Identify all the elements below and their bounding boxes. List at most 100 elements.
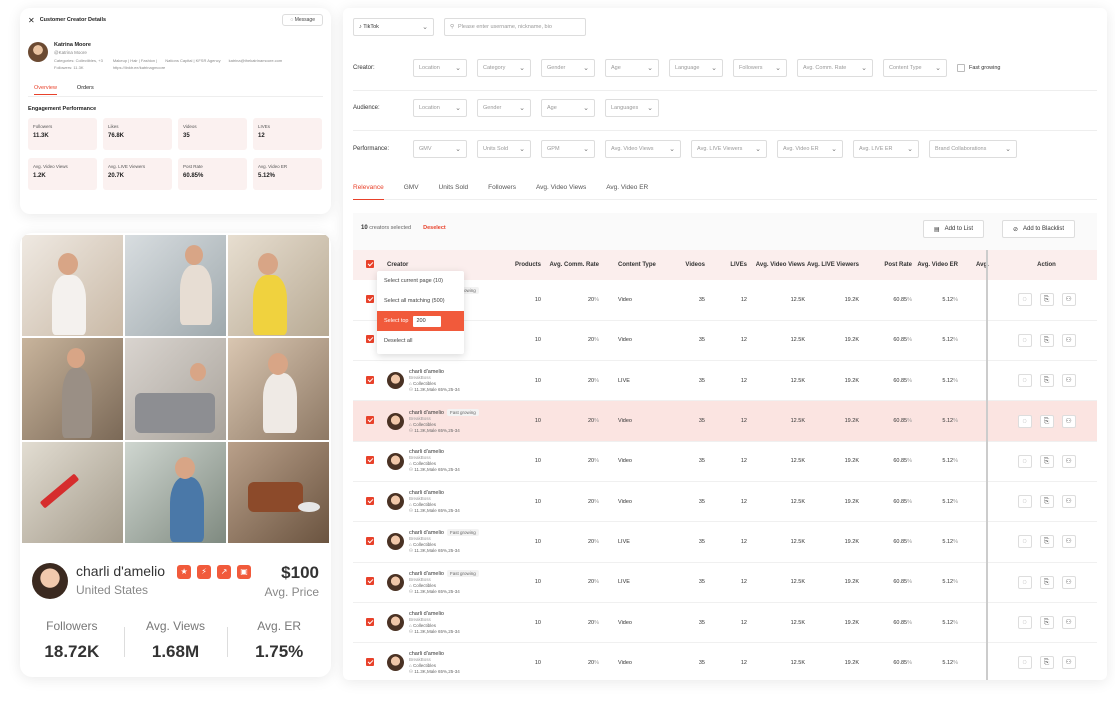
bookmark-icon[interactable]: ⎘ [1039, 535, 1054, 549]
filter-aud-gender[interactable]: Gender ⌄ [477, 99, 531, 117]
add-to-list-button[interactable]: ▤ Add to List [923, 220, 985, 238]
user-block-icon[interactable]: ⚇ [1061, 535, 1076, 549]
row-checkbox[interactable] [366, 617, 374, 626]
chat-icon[interactable]: ◌ [1017, 374, 1032, 388]
col-content-type[interactable]: Content Type [599, 250, 659, 280]
row-checkbox[interactable] [366, 294, 374, 303]
col-avg-video-er[interactable]: Avg. Video ER [912, 250, 958, 280]
row-checkbox[interactable] [366, 577, 374, 586]
bookmark-icon[interactable]: ⎘ [1039, 293, 1054, 307]
creator-name[interactable]: charli d'amelio [409, 369, 444, 375]
tab-orders[interactable]: Orders [77, 85, 94, 91]
filter-gender[interactable]: Gender ⌄ [541, 59, 595, 77]
col-avg-video-views[interactable]: Avg. Video Views [747, 250, 805, 280]
platform-select[interactable]: ♪ TikTok ⌄ [353, 18, 434, 36]
filter-category[interactable]: Category ⌄ [477, 59, 531, 77]
chat-icon[interactable]: ◌ [1017, 575, 1032, 589]
chat-icon[interactable]: ◌ [1017, 616, 1032, 630]
bookmark-icon[interactable]: ⎘ [1039, 656, 1054, 670]
filter-location[interactable]: Location ⌄ [413, 59, 467, 77]
deselect-button[interactable]: Deselect [423, 225, 446, 231]
chat-icon[interactable]: ◌ [1017, 333, 1032, 347]
row-checkbox[interactable] [366, 657, 374, 666]
chat-icon[interactable]: ◌ [1017, 656, 1032, 670]
close-icon[interactable]: ✕ [28, 16, 35, 25]
creator-name[interactable]: charli d'amelio [409, 611, 444, 617]
filter-avg-video-views[interactable]: Avg. Video Views ⌄ [605, 140, 681, 158]
row-checkbox[interactable] [366, 536, 374, 545]
row-checkbox[interactable] [366, 496, 374, 505]
filter-aud-location[interactable]: Location ⌄ [413, 99, 467, 117]
row-checkbox[interactable] [366, 375, 374, 384]
creator-name[interactable]: charli d'amelio [409, 490, 444, 496]
select-top-option[interactable]: Select top 200 [377, 311, 464, 331]
filter-avg-comm-rate[interactable]: Avg. Comm. Rate ⌄ [797, 59, 873, 77]
row-checkbox[interactable] [366, 335, 374, 344]
chat-icon[interactable]: ◌ [1017, 293, 1032, 307]
message-button[interactable]: ◌ Message [282, 14, 323, 26]
tab-avg-video-views[interactable]: Avg. Video Views [536, 178, 586, 200]
select-top-input[interactable]: 200 [413, 315, 442, 327]
filter-gmv[interactable]: GMV ⌄ [413, 140, 467, 158]
chat-icon[interactable]: ◌ [1017, 495, 1032, 509]
bookmark-icon[interactable]: ⎘ [1039, 333, 1054, 347]
creator-name[interactable]: charli d'amelio [409, 651, 444, 657]
bookmark-icon[interactable]: ⎘ [1039, 374, 1054, 388]
user-block-icon[interactable]: ⚇ [1061, 293, 1076, 307]
tab-avg-video-er[interactable]: Avg. Video ER [606, 178, 648, 200]
bookmark-icon[interactable]: ⎘ [1039, 454, 1054, 468]
user-block-icon[interactable]: ⚇ [1061, 495, 1076, 509]
filter-units-sold[interactable]: Units Sold ⌄ [477, 140, 531, 158]
search-input[interactable]: ⚲ Please enter username, nickname, bio [444, 18, 586, 36]
filter-avg-video-er[interactable]: Avg. Video ER ⌄ [777, 140, 843, 158]
select-all-checkbox[interactable] [366, 259, 374, 268]
filter-gpm[interactable]: GPM ⌄ [541, 140, 595, 158]
col-lives[interactable]: LIVEs [705, 250, 747, 280]
fast-growing-checkbox[interactable]: Fast growing [957, 64, 1001, 72]
filter-followers[interactable]: Followers ⌄ [733, 59, 787, 77]
col-products[interactable]: Products [479, 250, 541, 280]
creator-email[interactable]: katrina@thekatrinamoore.com [229, 57, 283, 64]
user-block-icon[interactable]: ⚇ [1061, 374, 1076, 388]
filter-avg-live-viewers[interactable]: Avg. LIVE Viewers ⌄ [691, 140, 767, 158]
bookmark-icon[interactable]: ⎘ [1039, 414, 1054, 428]
col-post-rate[interactable]: Post Rate [859, 250, 912, 280]
creator-name[interactable]: charli d'amelio [409, 571, 444, 577]
col-avg-more[interactable]: Avg. [958, 250, 996, 280]
creator-link[interactable]: https://linktr.ee/katrinagmoore [113, 64, 282, 71]
chat-icon[interactable]: ◌ [1017, 535, 1032, 549]
tab-overview[interactable]: Overview [34, 85, 57, 95]
creator-name[interactable]: charli d'amelio [409, 410, 444, 416]
user-block-icon[interactable]: ⚇ [1061, 616, 1076, 630]
filter-language[interactable]: Language ⌄ [669, 59, 723, 77]
col-videos[interactable]: Videos [659, 250, 705, 280]
tab-units-sold[interactable]: Units Sold [439, 178, 469, 200]
user-block-icon[interactable]: ⚇ [1061, 333, 1076, 347]
user-block-icon[interactable]: ⚇ [1061, 454, 1076, 468]
select-all-matching-option[interactable]: Select all matching (500) [377, 291, 464, 311]
filter-content-type[interactable]: Content Type ⌄ [883, 59, 947, 77]
filter-avg-live-er[interactable]: Avg. LIVE ER ⌄ [853, 140, 919, 158]
add-to-blacklist-button[interactable]: ⊘ Add to Blacklist [1002, 220, 1076, 238]
tab-relevance[interactable]: Relevance [353, 178, 384, 200]
filter-brand-collaborations[interactable]: Brand Collaborations ⌄ [929, 140, 1017, 158]
user-block-icon[interactable]: ⚇ [1061, 575, 1076, 589]
chat-icon[interactable]: ◌ [1017, 454, 1032, 468]
bookmark-icon[interactable]: ⎘ [1039, 616, 1054, 630]
filter-aud-languages[interactable]: Languages ⌄ [605, 99, 659, 117]
tab-followers[interactable]: Followers [488, 178, 516, 200]
tab-gmv[interactable]: GMV [404, 178, 419, 200]
row-checkbox[interactable] [366, 416, 374, 425]
col-avg-comm-rate[interactable]: Avg. Comm. Rate [541, 250, 599, 280]
bookmark-icon[interactable]: ⎘ [1039, 495, 1054, 509]
filter-age[interactable]: Age ⌄ [605, 59, 659, 77]
user-block-icon[interactable]: ⚇ [1061, 656, 1076, 670]
filter-aud-age[interactable]: Age ⌄ [541, 99, 595, 117]
row-checkbox[interactable] [366, 456, 374, 465]
chat-icon[interactable]: ◌ [1017, 414, 1032, 428]
select-current-page-option[interactable]: Select current page (10) [377, 271, 464, 291]
deselect-all-option[interactable]: Deselect all [377, 331, 464, 351]
user-block-icon[interactable]: ⚇ [1061, 414, 1076, 428]
col-avg-live-viewers[interactable]: Avg. LIVE Viewers [805, 250, 859, 280]
bookmark-icon[interactable]: ⎘ [1039, 575, 1054, 589]
